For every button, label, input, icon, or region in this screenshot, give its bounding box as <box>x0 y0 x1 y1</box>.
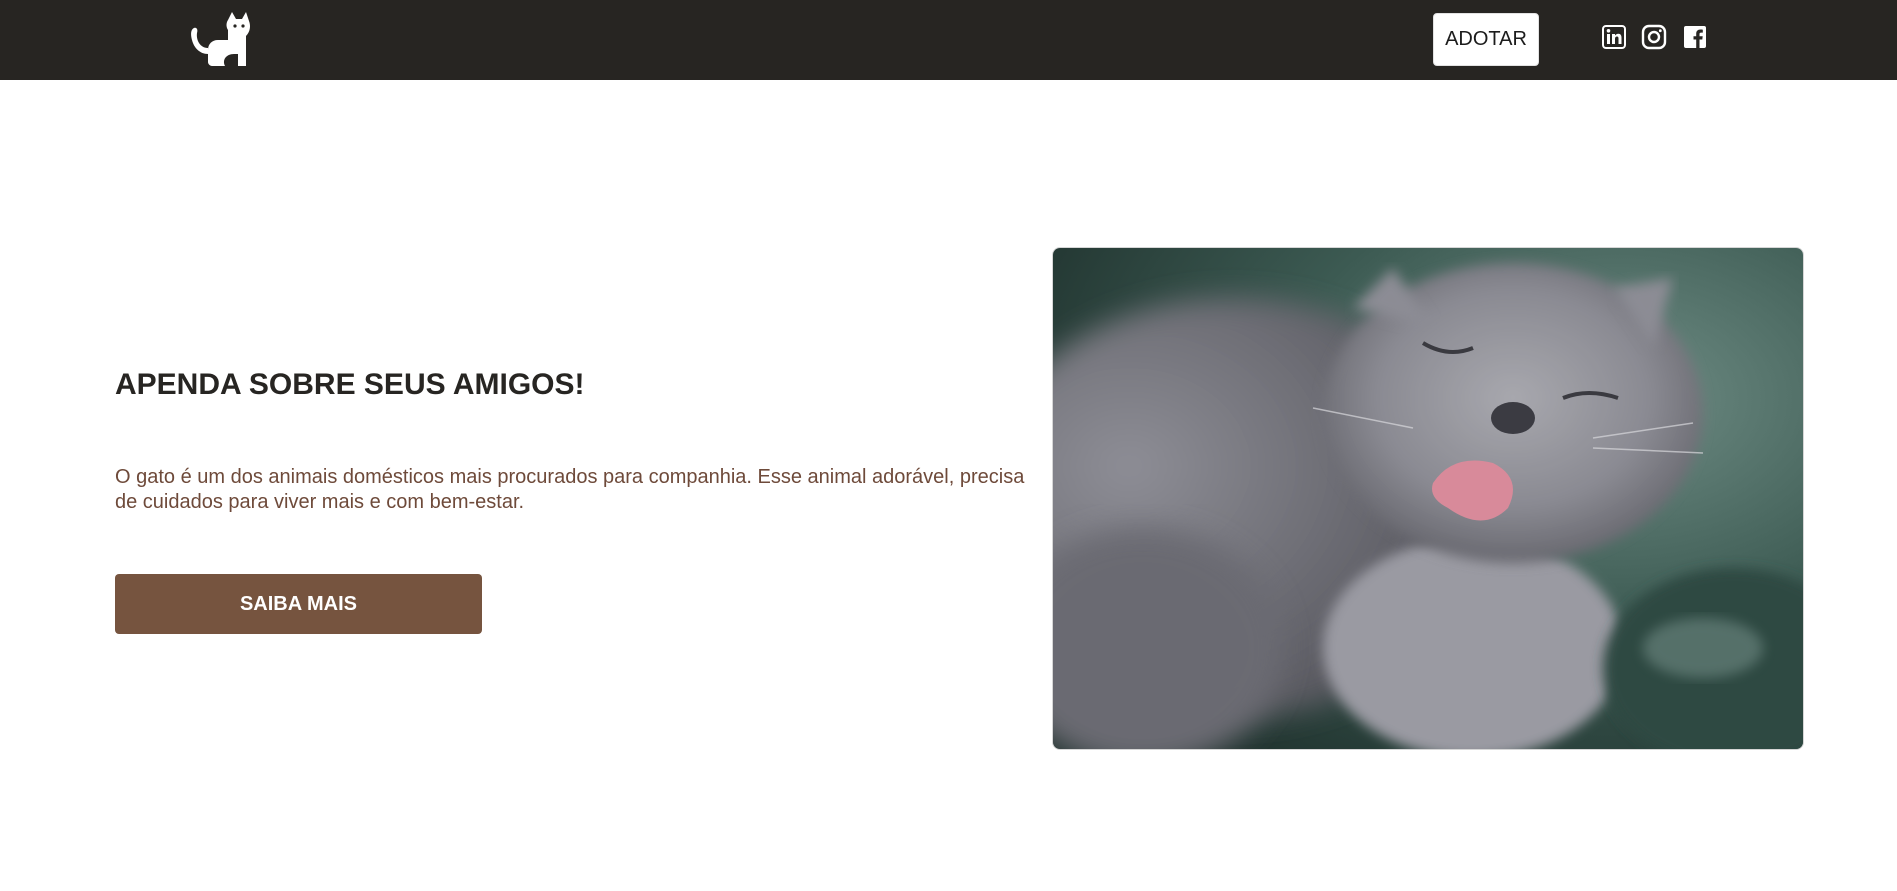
cat-logo-icon[interactable] <box>188 10 252 70</box>
hero-description: O gato é um dos animais domésticos mais … <box>115 466 1025 513</box>
adopt-button[interactable]: ADOTAR <box>1433 13 1539 66</box>
linkedin-icon[interactable] <box>1600 23 1628 51</box>
learn-more-button[interactable]: SAIBA MAIS <box>115 574 482 634</box>
cat-photo <box>1052 247 1804 750</box>
instagram-icon[interactable] <box>1640 23 1668 51</box>
facebook-icon[interactable] <box>1681 23 1709 51</box>
top-navbar: ADOTAR <box>0 0 1897 80</box>
hero-title: APENDA SOBRE SEUS AMIGOS! <box>115 368 585 401</box>
